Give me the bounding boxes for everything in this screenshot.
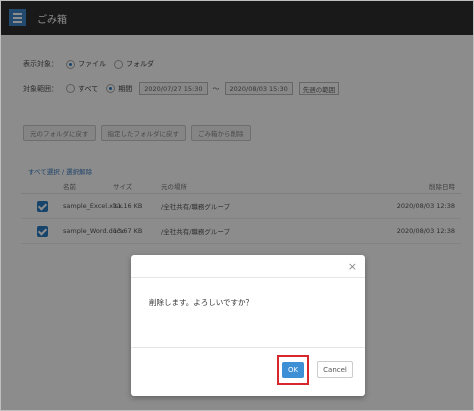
ok-button[interactable]: OK [282, 362, 304, 378]
dialog-divider [131, 347, 365, 348]
dialog-message: 削除します。よろしいですか？ [149, 298, 254, 307]
trash-window: ごみ箱 表示対象： ファイル フォルダ 対象範囲： すべて 期間 2020/07… [0, 0, 474, 411]
confirm-dialog: × 削除します。よろしいですか？ OK Cancel [131, 255, 365, 396]
close-icon[interactable]: × [348, 260, 357, 273]
ok-highlight-frame: OK [277, 355, 309, 385]
cancel-button[interactable]: Cancel [317, 361, 353, 378]
dialog-header [131, 255, 365, 278]
